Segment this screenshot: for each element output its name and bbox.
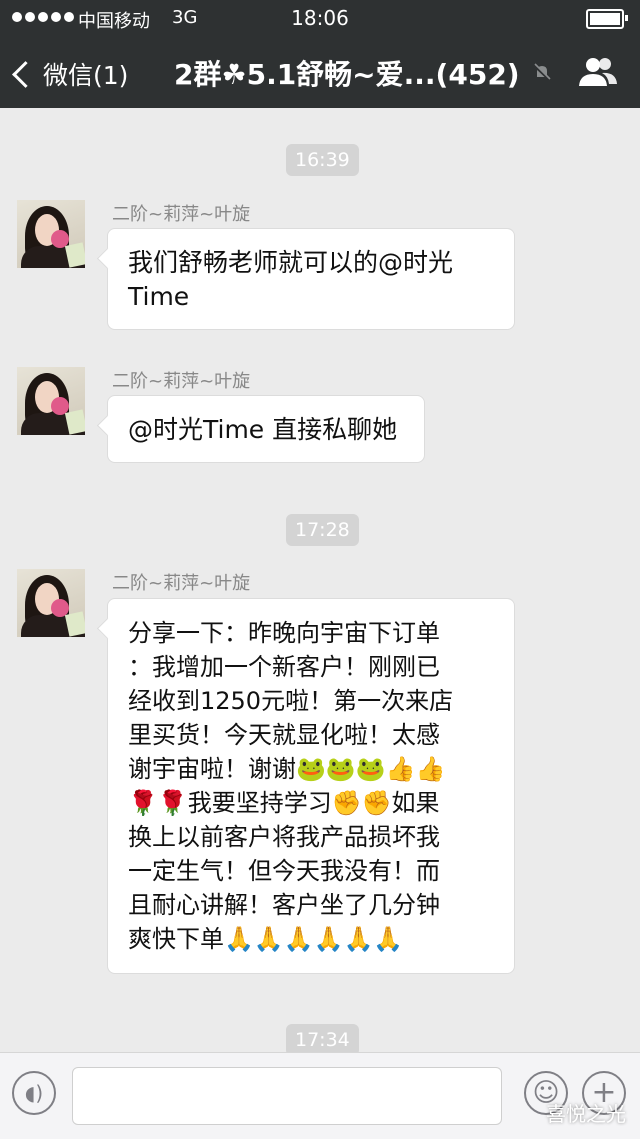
status-bar: 中国移动 3G 18:06 (0, 0, 640, 36)
mute-bell-icon (532, 63, 552, 82)
chat-area[interactable]: 16:39 二阶~莉萍~叶旋 我们舒畅老师就可以的@时光 Time 二阶~莉萍~… (0, 108, 640, 1052)
timestamp: 17:34 (286, 1024, 359, 1052)
chevron-left-icon (12, 60, 39, 88)
sender-name: 二阶~莉萍~叶旋 (112, 573, 251, 594)
chat-title: 2群☘5.1舒畅~爱...(452) (174, 58, 520, 91)
battery-icon (586, 9, 628, 29)
group-members-icon[interactable] (578, 56, 618, 88)
sender-avatar[interactable] (17, 569, 85, 637)
sender-name: 二阶~莉萍~叶旋 (112, 371, 251, 392)
status-time: 18:06 (291, 6, 349, 30)
navigation-bar: 微信(1) 2群☘5.1舒畅~爱...(452) (0, 40, 640, 104)
message-input[interactable] (72, 1067, 502, 1125)
timestamp: 16:39 (286, 144, 359, 176)
message-bubble[interactable]: @时光Time 直接私聊她 (107, 395, 425, 463)
voice-icon[interactable]: ◖) (12, 1071, 56, 1115)
message-text: 分享一下：昨晚向宇宙下订单 ：我增加一个新客户！刚刚已 经收到1250元啦！第一… (128, 619, 454, 953)
timestamp: 17:28 (286, 514, 359, 546)
message-bubble[interactable]: 分享一下：昨晚向宇宙下订单 ：我增加一个新客户！刚刚已 经收到1250元啦！第一… (107, 598, 515, 974)
message-bubble[interactable]: 我们舒畅老师就可以的@时光 Time (107, 228, 515, 330)
message-text: @时光Time 直接私聊她 (128, 415, 398, 444)
watermark: 喜悦之光 (546, 1102, 626, 1126)
top-bar: 中国移动 3G 18:06 微信(1) 2群☘5.1舒畅~爱...(452) (0, 0, 640, 108)
back-button-label: 微信(1) (43, 61, 129, 90)
message-text: 我们舒畅老师就可以的@时光 Time (128, 248, 454, 311)
back-button[interactable]: 微信(1) (12, 56, 129, 92)
sender-name: 二阶~莉萍~叶旋 (112, 204, 251, 225)
sender-avatar[interactable] (17, 367, 85, 435)
sender-avatar[interactable] (17, 200, 85, 268)
input-bar: ◖) ☺ + 喜悦之光 (0, 1052, 640, 1139)
